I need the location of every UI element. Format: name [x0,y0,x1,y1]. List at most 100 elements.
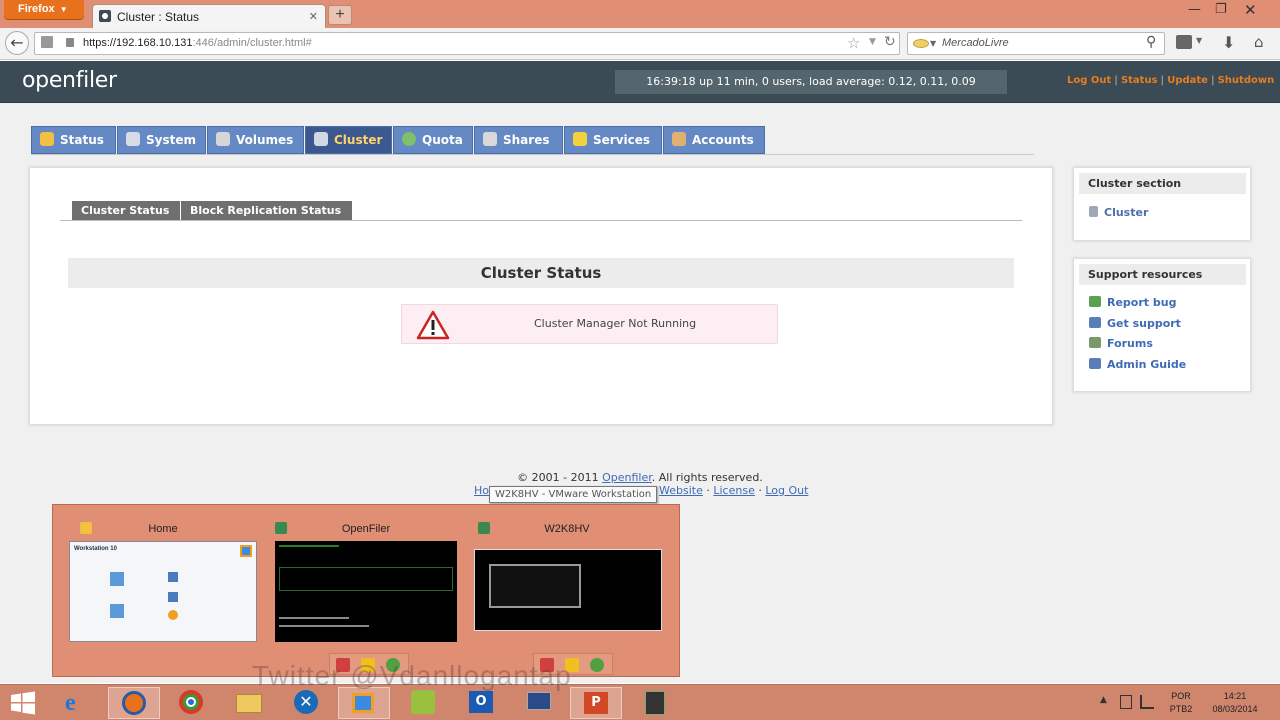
back-arrow-icon[interactable]: ← [5,31,29,55]
thumbnail-home[interactable]: Home Workstation 10 [63,505,263,678]
vmware-logo-icon [240,545,252,557]
subtab-divider [60,220,1022,221]
tab-system[interactable]: System [117,126,206,154]
tab-volumes-label: Volumes [236,133,294,147]
chrome-icon[interactable] [166,687,218,719]
restart-icon[interactable] [590,658,604,672]
browser-tab-active[interactable]: Cluster : Status ✕ [92,4,326,28]
chevron-down-icon: ▼ [59,5,68,14]
bookmark-star-icon[interactable]: ☆ [847,34,860,52]
minimize-icon[interactable]: — [1188,2,1201,17]
logout-footer-link[interactable]: Log Out [765,484,808,497]
tab-shares[interactable]: Shares [474,126,563,154]
lock-icon [66,38,74,47]
subtab-block-replication[interactable]: Block Replication Status [181,201,352,220]
windows-taskbar: e ✕ O P ▲ POR PTB2 14:21 08/03/2014 [0,684,1280,720]
search-placeholder: MercadoLivre [942,37,1009,49]
uptime-status: 16:39:18 up 11 min, 0 users, load averag… [615,70,1007,94]
status-link[interactable]: Status [1121,75,1158,86]
keyboard-layout: PTB2 [1169,704,1193,714]
accounts-icon [672,132,686,146]
firefox-taskbar-icon[interactable] [108,687,160,719]
status-message: Cluster Manager Not Running [534,317,697,330]
tab-volumes[interactable]: Volumes [207,126,304,154]
reload-icon[interactable]: ↻ [884,34,896,50]
watermark: Twitter @Vdanllogantap [252,660,572,691]
restore-icon[interactable]: ❐ [1215,2,1227,17]
update-link[interactable]: Update [1167,75,1208,86]
tray-overflow-icon[interactable]: ▲ [1100,695,1107,705]
firefox-menu-label: Firefox [18,3,55,15]
search-engine-icon[interactable] [913,39,929,48]
history-dropdown-icon[interactable]: ▼ [869,37,876,47]
page-identity-icon[interactable] [41,36,53,48]
url-host: https://192.168.10.131 [83,37,193,49]
clock-date: 08/03/2014 [1212,704,1258,714]
admin-guide-label: Admin Guide [1107,358,1187,371]
forums-link[interactable]: Forums [1089,337,1153,350]
search-icon[interactable]: ⚲ [1146,34,1156,50]
open-vm-icon [110,604,124,618]
download-icon[interactable]: ⬇ [1222,33,1235,52]
camtasia-icon[interactable] [630,687,682,719]
license-footer-link[interactable]: License [713,484,754,497]
home-icon[interactable]: ⌂ [1254,33,1264,51]
taskbar-thumbnail-popup: Home Workstation 10 OpenFiler W2K8HV [52,504,680,677]
warning-icon [416,310,450,340]
cluster-section-link[interactable]: Cluster [1089,206,1148,219]
new-tab-button[interactable]: + [328,5,352,25]
tab-quota[interactable]: Quota [393,126,473,154]
internet-explorer-icon[interactable]: e [51,687,103,719]
admin-guide-link[interactable]: Admin Guide [1089,358,1186,371]
bookmarks-dropdown-icon[interactable]: ▼ [1196,36,1202,45]
browser-nav-bar: ← https://192.168.10.131:446/admin/clust… [0,28,1280,60]
network-icon[interactable] [1140,695,1154,709]
tab-accounts[interactable]: Accounts [663,126,765,154]
copyright-suffix: . All rights reserved. [651,471,763,484]
shutdown-link[interactable]: Shutdown [1218,75,1275,86]
system-icon [126,132,140,146]
system-clock[interactable]: 14:21 08/03/2014 [1202,690,1268,716]
input-language[interactable]: POR PTB2 [1166,690,1196,716]
browser-tab-bar: Firefox ▼ Cluster : Status ✕ + — ❐ ✕ [0,0,1280,28]
language-code: POR [1171,691,1191,701]
tab-status[interactable]: Status [31,126,116,154]
home-footer-link[interactable]: Ho [474,484,489,497]
logout-link[interactable]: Log Out [1067,75,1111,86]
windows-start-icon[interactable] [10,691,36,715]
shares-icon [483,132,497,146]
thumbnail-openfiler-preview [275,541,457,642]
device-icon[interactable] [1120,695,1132,709]
search-bar[interactable]: ▼ MercadoLivre ⚲ [907,32,1165,55]
tab-services-label: Services [593,133,651,147]
openfiler-footer-link[interactable]: Openfiler [602,471,652,484]
thumbnail-openfiler[interactable]: OpenFiler [266,505,466,678]
get-support-label: Get support [1107,317,1181,330]
report-bug-link[interactable]: Report bug [1089,296,1176,309]
cluster-section-title: Cluster section [1079,173,1246,194]
openfiler-header: openfiler 16:39:18 up 11 min, 0 users, l… [0,61,1280,103]
console-line [279,545,339,547]
tab-cluster[interactable]: Cluster [305,126,392,154]
section-heading: Cluster Status [68,258,1014,288]
bookmarks-icon[interactable] [1176,35,1192,49]
openfiler-logo[interactable]: openfiler [22,68,117,93]
close-tab-icon[interactable]: ✕ [309,10,318,23]
tab-services[interactable]: Services [564,126,662,154]
engine-dropdown-icon[interactable]: ▼ [930,39,936,48]
volumes-icon [216,132,230,146]
copyright-line: © 2001 - 2011 Openfiler. All rights rese… [0,471,1280,484]
firefox-menu-button[interactable]: Firefox ▼ [4,0,84,20]
thumbnail-home-preview: Workstation 10 [69,541,257,642]
website-footer-link[interactable]: Website [659,484,703,497]
console-text-block [279,567,453,591]
subtab-cluster-status[interactable]: Cluster Status [72,201,180,220]
close-window-icon[interactable]: ✕ [1244,1,1257,19]
powerpoint-icon[interactable]: P [570,687,622,719]
get-support-link[interactable]: Get support [1089,317,1181,330]
url-bar[interactable]: https://192.168.10.131:446/admin/cluster… [34,32,900,55]
tab-status-label: Status [60,133,104,147]
create-vm-icon [110,572,124,586]
connect-icon [168,572,178,582]
thumbnail-w2k8hv[interactable]: W2K8HV [467,505,667,678]
